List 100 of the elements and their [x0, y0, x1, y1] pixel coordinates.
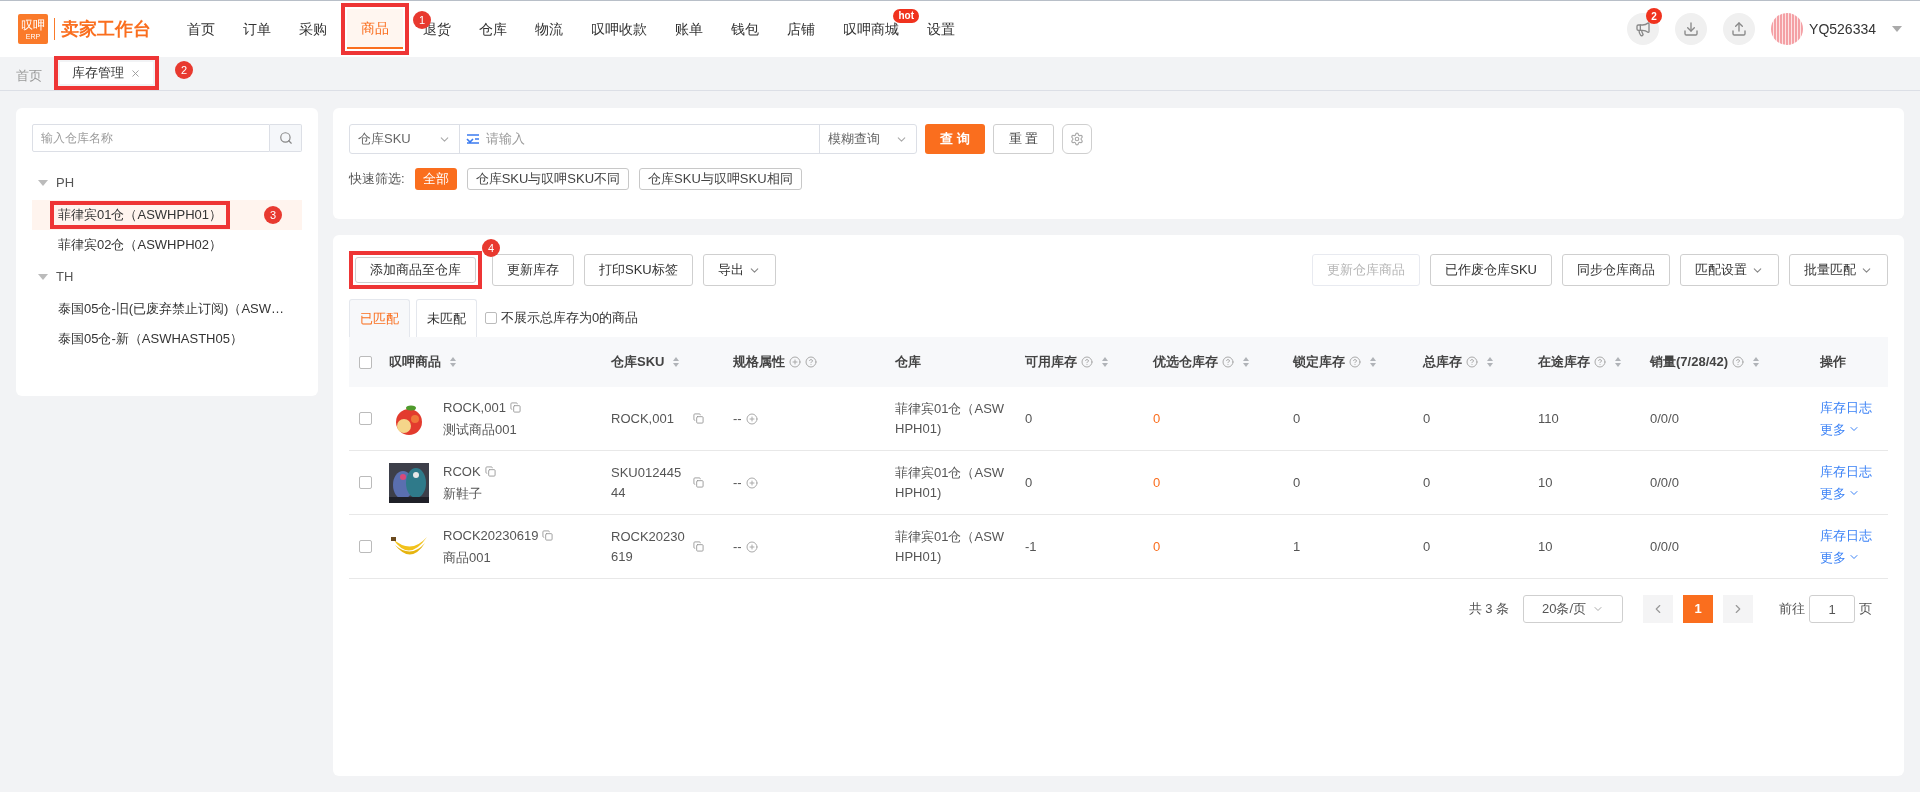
user-name[interactable]: YQ526334	[1809, 18, 1876, 40]
download-button[interactable]	[1675, 13, 1708, 45]
help-icon[interactable]	[805, 356, 817, 368]
tree-item[interactable]: 泰国05仓-旧(已废弃禁止订阅)（ASW…	[32, 294, 302, 324]
column-header: 锁定库存	[1293, 353, 1345, 372]
field-select[interactable]: 仓库SKU	[350, 125, 460, 153]
stock-log-link[interactable]: 库存日志	[1820, 462, 1872, 482]
page-tab[interactable]: 库存管理	[60, 62, 153, 84]
locked-stock: 1	[1293, 537, 1302, 556]
app-title: 卖家工作台	[61, 17, 151, 41]
sort-icon[interactable]	[1101, 356, 1109, 368]
plus-icon[interactable]	[789, 356, 801, 368]
more-link[interactable]: 更多	[1820, 419, 1860, 439]
help-icon[interactable]	[1594, 356, 1606, 368]
toolbar-button[interactable]: 批量匹配	[1789, 254, 1888, 286]
toolbar-button[interactable]: 匹配设置	[1680, 254, 1779, 286]
nav-item[interactable]: 叹呷收款	[577, 7, 661, 51]
tree-group-label[interactable]: PH	[56, 173, 75, 193]
sort-icon[interactable]	[1486, 356, 1494, 368]
more-link[interactable]: 更多	[1820, 483, 1860, 503]
quick-filter-label: 快速筛选:	[349, 170, 405, 189]
sort-icon[interactable]	[1752, 356, 1761, 368]
announce-button[interactable]	[1627, 13, 1660, 45]
tree-item[interactable]: 菲律宾02仓（ASWHPH02）	[32, 230, 302, 260]
help-icon[interactable]	[1466, 356, 1478, 368]
nav-item[interactable]: 店铺	[773, 7, 829, 51]
checkbox[interactable]	[359, 540, 372, 553]
reset-button[interactable]: 重 置	[992, 124, 1055, 154]
list-icon	[466, 133, 480, 145]
caret-icon[interactable]	[1892, 26, 1902, 32]
expand-caret-icon[interactable]	[38, 180, 48, 186]
quick-filter-chip[interactable]: 仓库SKU与叹呷SKU不同	[466, 168, 630, 190]
help-icon[interactable]	[1222, 356, 1234, 368]
transit-stock: 10	[1538, 473, 1554, 492]
nav-item[interactable]: 账单	[661, 7, 717, 51]
locked-stock: 0	[1293, 409, 1302, 428]
expand-caret-icon[interactable]	[38, 274, 48, 280]
column-header: 优选仓库存	[1153, 353, 1218, 372]
nav-item[interactable]: 订单	[229, 7, 285, 51]
checkbox[interactable]	[485, 312, 497, 324]
close-icon[interactable]	[130, 67, 141, 79]
nav-item[interactable]: 钱包	[717, 7, 773, 51]
page-size-select[interactable]: 20条/页	[1523, 595, 1623, 623]
callout-badge: 4	[482, 239, 500, 257]
nav-item[interactable]: 仓库	[465, 7, 521, 51]
sales-value: 0/0/0	[1650, 537, 1680, 556]
sort-icon[interactable]	[1242, 356, 1250, 368]
avatar[interactable]	[1771, 13, 1804, 45]
sort-icon[interactable]	[1614, 356, 1622, 368]
tree-item-label[interactable]: 泰国05仓-旧(已废弃禁止订阅)（ASW…	[56, 301, 287, 317]
toolbar-button[interactable]: 同步仓库商品	[1562, 254, 1670, 286]
nav-item[interactable]: 采购	[285, 7, 341, 51]
tree-item-label[interactable]: 菲律宾01仓（ASWHPH01）	[56, 207, 224, 223]
preferred-stock: 0	[1153, 409, 1162, 428]
upload-button[interactable]	[1723, 13, 1756, 45]
settings-button[interactable]	[1062, 124, 1093, 154]
quick-filter-chip[interactable]: 仓库SKU与叹呷SKU相同	[639, 168, 802, 190]
mode-select[interactable]: 模糊查询	[820, 125, 916, 153]
search-button[interactable]	[270, 124, 302, 152]
checkbox-label[interactable]: 不展示总库存为0的商品	[501, 308, 639, 328]
help-icon[interactable]	[1081, 356, 1093, 368]
toolbar-button[interactable]: 更新库存	[492, 254, 574, 286]
prev-page-button[interactable]	[1643, 595, 1673, 623]
sort-icon[interactable]	[1369, 356, 1377, 368]
checkbox[interactable]	[359, 355, 372, 369]
stock-log-link[interactable]: 库存日志	[1820, 526, 1872, 546]
tree-item-label[interactable]: 泰国05仓-新（ASWHASTH05）	[56, 331, 245, 347]
more-link[interactable]: 更多	[1820, 547, 1860, 567]
tree-item-label[interactable]: 菲律宾02仓（ASWHPH02）	[56, 237, 224, 253]
product-sku: ROCK,001	[443, 399, 506, 417]
callout-badge: 2	[175, 61, 193, 79]
goto-page-field[interactable]: 1	[1809, 595, 1855, 623]
match-tab[interactable]: 未匹配	[416, 299, 477, 337]
warehouse-sku: ROCK20230619	[611, 528, 686, 566]
sort-icon[interactable]	[672, 356, 681, 368]
locked-stock: 0	[1293, 473, 1302, 492]
help-icon[interactable]	[1732, 356, 1745, 368]
plus-icon	[745, 540, 758, 553]
stock-log-link[interactable]: 库存日志	[1820, 398, 1872, 418]
tree-group-label[interactable]: TH	[56, 267, 74, 287]
toolbar-button[interactable]: 打印SKU标签	[584, 254, 693, 286]
query-input[interactable]: 请输入	[486, 129, 813, 149]
plus-icon	[745, 476, 758, 489]
copy-icon	[542, 530, 554, 542]
checkbox[interactable]	[359, 476, 372, 489]
help-icon[interactable]	[1349, 356, 1361, 368]
warehouse-sku: ROCK,001	[611, 409, 675, 428]
copy-icon	[484, 466, 496, 478]
query-field[interactable]: 仓库SKU 请输入 模糊查询	[349, 124, 917, 154]
toolbar-button[interactable]: 导出	[702, 254, 776, 286]
checkbox[interactable]	[359, 412, 372, 425]
toolbar-button[interactable]: 已作废仓库SKU	[1430, 254, 1552, 286]
sort-icon[interactable]	[449, 356, 457, 368]
available-stock: -1	[1025, 537, 1038, 556]
nav-item[interactable]: 首页	[173, 7, 229, 51]
tree-item[interactable]: 泰国05仓-新（ASWHASTH05）	[32, 324, 302, 354]
nav-item[interactable]: 物流	[521, 7, 577, 51]
toolbar-button[interactable]: 添加商品至仓库	[355, 257, 476, 283]
warehouse-search-field[interactable]: 输入仓库名称	[32, 124, 270, 152]
next-page-button[interactable]	[1723, 595, 1753, 623]
